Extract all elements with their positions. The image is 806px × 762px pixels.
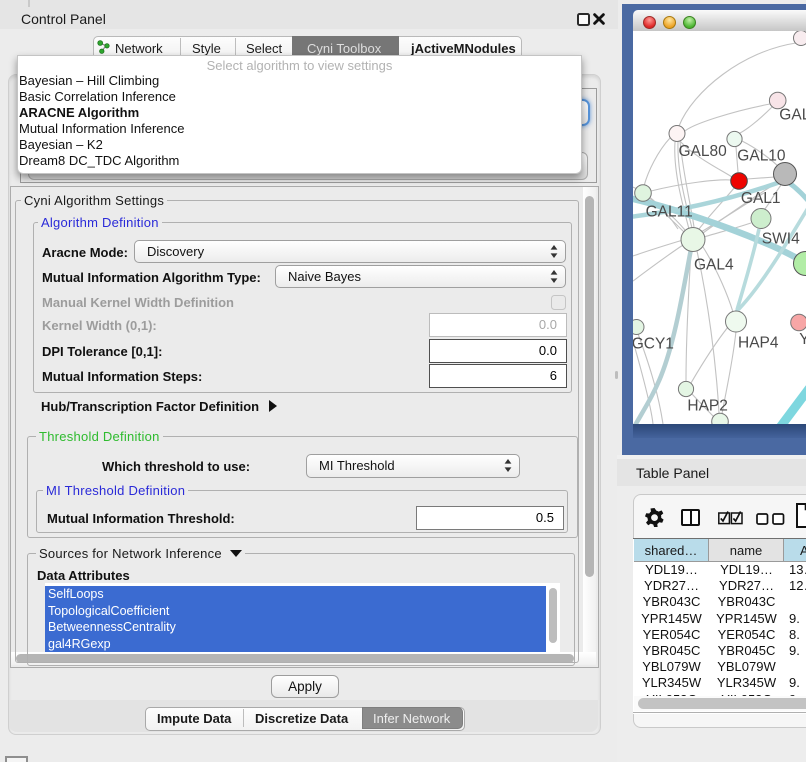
svg-text:Y: Y (799, 331, 806, 348)
svg-text:GAL10: GAL10 (737, 148, 786, 165)
svg-text:HAP2: HAP2 (687, 398, 728, 415)
svg-text:GAL11: GAL11 (646, 203, 693, 220)
svg-text:GAL7: GAL7 (779, 106, 806, 123)
svg-text:GAL80: GAL80 (679, 143, 728, 160)
svg-text:GAL1: GAL1 (741, 190, 781, 207)
svg-text:GCY1: GCY1 (633, 335, 674, 352)
svg-text:SWI4: SWI4 (762, 231, 800, 248)
svg-text:HAP4: HAP4 (738, 334, 779, 351)
svg-text:GAL4: GAL4 (694, 256, 734, 273)
